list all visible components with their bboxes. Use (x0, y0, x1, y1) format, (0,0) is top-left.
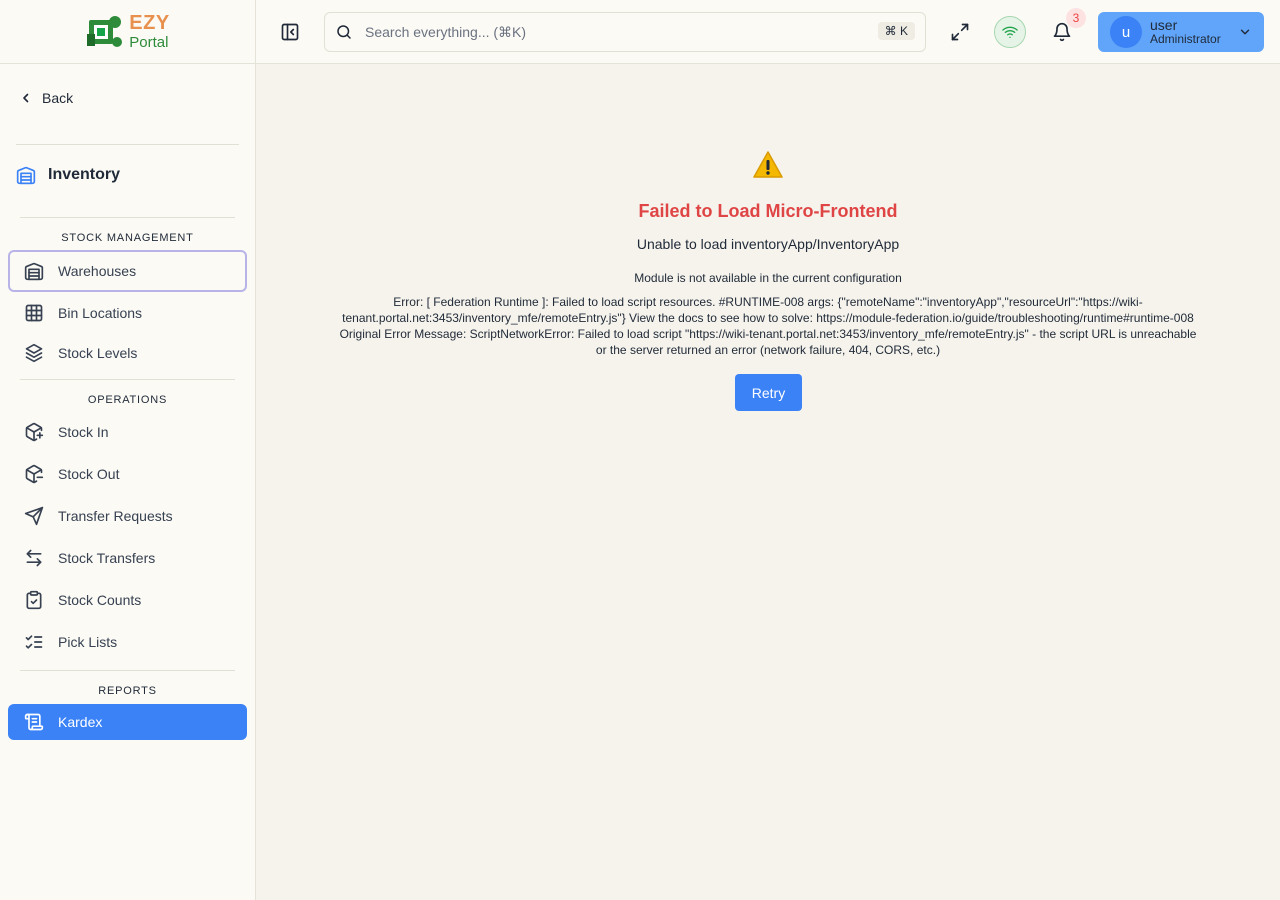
warehouse-icon (16, 166, 36, 185)
sidebar-item-stock-counts[interactable]: Stock Counts (8, 580, 247, 620)
wifi-icon (1002, 26, 1018, 38)
fullscreen-button[interactable] (944, 16, 976, 48)
sidebar-item-label: Stock Levels (58, 345, 138, 361)
clipboard-check-icon (26, 590, 42, 610)
package-plus-icon (25, 422, 44, 442)
top-header: ⌘ K 3 u user Administrator (256, 0, 1280, 64)
sidebar-item-label: Kardex (58, 714, 103, 730)
search-icon (337, 25, 351, 39)
section-label-stock-management: STOCK MANAGEMENT (61, 232, 194, 244)
sidebar-item-label: Warehouses (58, 263, 137, 279)
section-label-operations: OPERATIONS (87, 394, 168, 406)
brand-line-1: EZY (129, 12, 170, 34)
sidebar-item-bin-locations[interactable]: Bin Locations (8, 293, 247, 333)
sidebar-item-label: Transfer Requests (58, 508, 173, 524)
sidebar-item-transfer-requests[interactable]: Transfer Requests (8, 496, 247, 536)
send-icon (24, 506, 44, 526)
sidebar-item-label: Stock In (58, 424, 109, 440)
scroll-icon (24, 713, 44, 731)
user-menu-button[interactable]: u user Administrator (1098, 12, 1264, 52)
ezy-portal-logo-icon (87, 15, 123, 47)
back-label: Back (42, 90, 74, 106)
warning-icon (753, 151, 783, 178)
error-title: Failed to Load Micro-Frontend (638, 201, 898, 221)
grid-icon (25, 304, 43, 322)
sidebar-item-stock-out[interactable]: Stock Out (8, 454, 247, 494)
maximize-icon (951, 23, 969, 41)
divider (16, 144, 239, 145)
error-note: Module is not available in the current c… (634, 271, 902, 285)
warehouse-icon (24, 262, 44, 281)
sidebar-item-label: Stock Transfers (58, 550, 156, 566)
chevron-down-icon (1240, 29, 1250, 35)
list-checks-icon (25, 635, 43, 649)
user-name: user (1150, 17, 1178, 34)
error-detail: Error: [ Federation Runtime ]: Failed to… (339, 295, 1197, 357)
chevron-left-icon (23, 93, 29, 103)
sidebar-item-label: Stock Out (58, 466, 120, 482)
sidebar-item-stock-levels[interactable]: Stock Levels (8, 333, 247, 373)
sidebar-item-warehouses[interactable]: Warehouses (8, 250, 247, 292)
connection-status-button[interactable] (994, 16, 1026, 48)
error-subtitle: Unable to load inventoryApp/InventoryApp (636, 236, 900, 252)
logo-area: EZY Portal (0, 0, 255, 64)
notification-count-badge: 3 (1066, 8, 1086, 28)
sidebar-item-label: Stock Counts (58, 592, 142, 608)
sidebar-item-kardex[interactable]: Kardex (8, 704, 247, 740)
package-minus-icon (25, 464, 44, 484)
module-title-text: Inventory (48, 166, 121, 183)
sidebar-item-stock-transfers[interactable]: Stock Transfers (8, 538, 247, 578)
search-box[interactable]: ⌘ K (324, 12, 926, 52)
sidebar-item-label: Bin Locations (58, 305, 143, 321)
section-label-reports: REPORTS (98, 685, 157, 697)
module-title: Inventory (16, 165, 120, 185)
avatar: u (1110, 16, 1142, 48)
sidebar-toggle-button[interactable] (278, 20, 302, 44)
panel-left-close-icon (281, 23, 299, 41)
sidebar-item-label: Pick Lists (58, 634, 118, 650)
divider (20, 217, 235, 218)
layers-icon (25, 343, 43, 363)
divider (20, 379, 235, 380)
sidebar-item-stock-in[interactable]: Stock In (8, 412, 247, 452)
sidebar-item-pick-lists[interactable]: Pick Lists (8, 622, 247, 662)
search-shortcut-hint: ⌘ K (877, 22, 915, 40)
back-link[interactable]: Back (20, 90, 73, 106)
search-input[interactable] (365, 24, 845, 40)
arrows-left-right-icon (26, 549, 42, 567)
brand-logo[interactable]: EZY Portal (85, 12, 169, 52)
brand-line-2: Portal (129, 34, 169, 51)
divider (20, 670, 235, 671)
retry-button[interactable]: Retry (735, 374, 802, 411)
user-role: Administrator (1150, 32, 1221, 47)
sidebar: EZY Portal Back Inventory STOCK MANAGEME… (0, 0, 256, 900)
